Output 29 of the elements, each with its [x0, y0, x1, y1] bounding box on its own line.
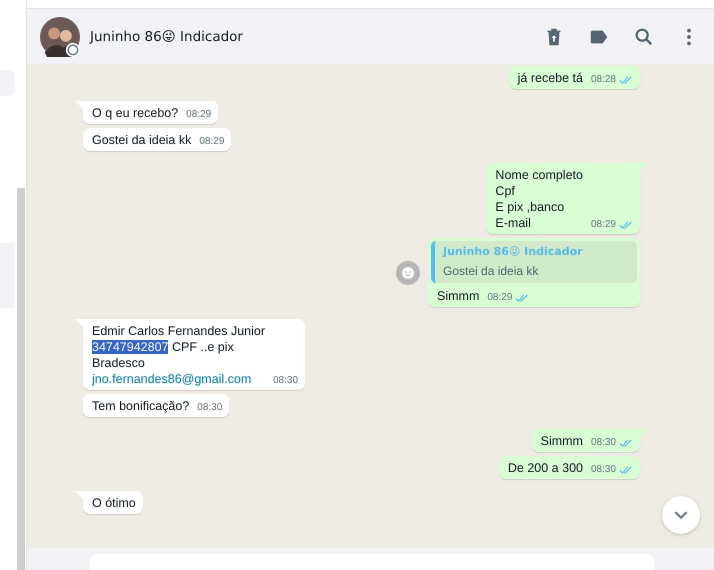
message-time: 08:29: [186, 108, 212, 122]
message-text: O q eu recebo?: [92, 105, 178, 121]
message-time: 08:30: [197, 401, 222, 415]
message-text: Edmir Carlos Fernandes Junior 34747942807 CPF ..e pix Bradesco jno.fernandes86@gmail.com: [92, 323, 265, 387]
quoted-message[interactable]: Juninho 86😜 Indicador Gostei da ideia kk: [431, 241, 637, 283]
search-icon[interactable]: [633, 26, 655, 48]
emoji-reaction-icon[interactable]: [396, 260, 420, 284]
email-link[interactable]: jno.fernandes86@gmail.com: [92, 372, 252, 386]
message-time: 08:30: [273, 374, 298, 388]
message-text: De 200 a 300: [508, 460, 583, 476]
message-time: 08:29: [199, 135, 224, 149]
message-text: Simmm: [437, 288, 480, 304]
message-text: O ótimo: [92, 495, 136, 511]
message-text: Nome completo Cpf E pix ,banco E-mail: [495, 167, 583, 231]
message-time: 08:29: [590, 218, 616, 232]
message-time: 08:30: [590, 463, 616, 477]
quote-author: Juninho 86😜 Indicador: [443, 244, 584, 260]
message-text: já recebe tá: [518, 70, 583, 86]
message-text: Gostei da ideia kk: [92, 132, 192, 148]
message-text: Simmm: [540, 433, 583, 449]
scroll-down-button[interactable]: [662, 496, 700, 534]
chat-title: Juninho 86😜 Indicador: [90, 28, 244, 44]
avatar[interactable]: [40, 16, 80, 56]
message-time: 08:30: [590, 436, 616, 450]
message-text: Tem bonificação?: [92, 398, 190, 414]
scrollbar[interactable]: [17, 188, 25, 570]
message-time: 08:29: [487, 291, 512, 305]
message-time: 08:28: [590, 73, 616, 87]
quote-text: Gostei da ideia kk: [443, 263, 540, 279]
